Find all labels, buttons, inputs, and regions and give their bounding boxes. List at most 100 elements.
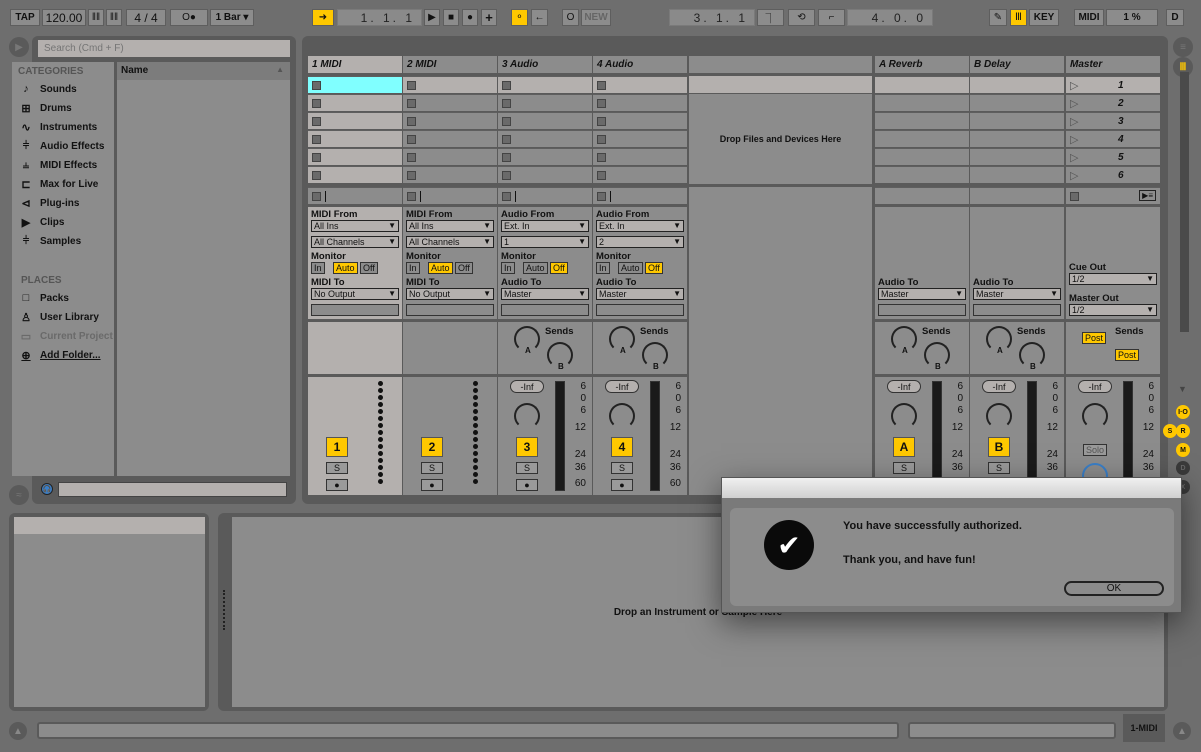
output-channel-field[interactable] (406, 304, 494, 316)
level-meter[interactable] (1027, 381, 1037, 491)
input-channel-dropdown[interactable]: 2 (596, 236, 684, 248)
output-dropdown[interactable]: Master (501, 288, 589, 300)
name-column-header[interactable]: Name ▲ (117, 62, 290, 80)
monitor-auto-button[interactable]: Auto (523, 262, 548, 274)
track-activator-button[interactable]: 2 (421, 437, 443, 457)
track-stop-slot[interactable] (403, 187, 497, 204)
clip-slot[interactable] (498, 166, 592, 183)
arm-button[interactable]: ● (326, 479, 348, 491)
scene-launch[interactable]: ▷ 4 (1066, 130, 1160, 147)
view-toggle-button[interactable]: R (1176, 424, 1190, 438)
output-channel-field[interactable] (596, 304, 684, 316)
solo-button[interactable]: S (516, 462, 538, 474)
input-channel-dropdown[interactable]: 1 (501, 236, 589, 248)
category-item[interactable]: ⊏ Max for Live (18, 178, 98, 191)
clip-slot[interactable] (308, 76, 402, 93)
arrangement-position[interactable]: 1. 1. 1 (337, 9, 422, 26)
preview-bar[interactable] (58, 482, 287, 497)
category-item[interactable]: ∿ Instruments (18, 121, 97, 134)
category-item[interactable]: ▶ Clips (18, 216, 65, 229)
track-header[interactable]: 4 Audio (593, 56, 687, 73)
clip-slot[interactable] (403, 148, 497, 165)
nudge-down-button[interactable]: ǁǁ (88, 9, 104, 26)
input-type-dropdown[interactable]: Ext. In (501, 220, 589, 232)
track-activator-button[interactable]: 1 (326, 437, 348, 457)
volume-field[interactable]: -Inf (510, 380, 544, 393)
metronome-button[interactable]: O● (170, 9, 208, 26)
clip-slot[interactable] (403, 76, 497, 93)
scene-launch-icon[interactable]: ▶≡ (1139, 190, 1156, 201)
nudge-up-button[interactable]: ǁǁ (106, 9, 122, 26)
level-meter[interactable] (555, 381, 565, 491)
scene-launch[interactable]: ▷ 6 (1066, 166, 1160, 183)
loop-length[interactable]: 4. 0. 0 (847, 9, 933, 26)
clip-slot[interactable] (498, 130, 592, 147)
return-track-header[interactable]: A Reverb (875, 56, 969, 73)
output-dropdown[interactable]: Master (596, 288, 684, 300)
loop-start[interactable]: 3. 1. 1 (669, 9, 755, 26)
clip-slot[interactable] (498, 94, 592, 111)
input-type-dropdown[interactable]: All Ins (311, 220, 399, 232)
clip-slot[interactable] (403, 166, 497, 183)
solo-button[interactable]: S (326, 462, 348, 474)
stop-all-clips-slot[interactable]: ▶≡ (1066, 187, 1160, 204)
monitor-in-button[interactable]: In (311, 262, 325, 274)
return-activator-button[interactable]: A (893, 437, 915, 457)
clip-slot[interactable] (308, 130, 402, 147)
output-dropdown[interactable]: Master (973, 288, 1061, 300)
master-out-dropdown[interactable]: 1/2 (1069, 304, 1157, 316)
level-meter[interactable] (932, 381, 942, 491)
track-header[interactable]: 1 MIDI (308, 56, 402, 73)
place-item[interactable]: ⊕ Add Folder... (18, 349, 100, 362)
device-chain-item[interactable] (14, 517, 205, 534)
master-pan-knob[interactable] (1082, 403, 1108, 429)
tempo-field[interactable]: 120.00 (42, 9, 86, 26)
track-stop-slot[interactable] (593, 187, 687, 204)
arrangement-view-icon[interactable]: ≡ (1173, 37, 1193, 57)
scroll-down-icon[interactable]: ▼ (1178, 384, 1187, 394)
clip-slot[interactable] (403, 112, 497, 129)
draw-mode-button[interactable]: ✎ (989, 9, 1007, 26)
track-activator-button[interactable]: 4 (611, 437, 633, 457)
volume-field[interactable]: -Inf (605, 380, 639, 393)
tap-button[interactable]: TAP (10, 9, 40, 26)
clip-slot[interactable] (308, 148, 402, 165)
output-channel-field[interactable] (973, 304, 1061, 316)
key-map-button[interactable]: KEY (1029, 9, 1059, 26)
cue-out-dropdown[interactable]: 1/2 (1069, 273, 1157, 285)
monitor-off-button[interactable]: Off (360, 262, 378, 274)
category-item[interactable]: ⫩ Audio Effects (18, 140, 105, 152)
punch-out-button[interactable]: ⌐ (818, 9, 845, 26)
input-type-dropdown[interactable]: Ext. In (596, 220, 684, 232)
time-signature-field[interactable]: 4 / 4 (126, 9, 166, 26)
output-dropdown[interactable]: Master (878, 288, 966, 300)
solo-button[interactable]: S (421, 462, 443, 474)
monitor-auto-button[interactable]: Auto (333, 262, 358, 274)
category-item[interactable]: ⫨ MIDI Effects (18, 159, 97, 171)
track-stop-slot[interactable] (308, 187, 402, 204)
view-toggle-button[interactable]: S (1163, 424, 1177, 438)
clip-slot[interactable] (498, 76, 592, 93)
midi-map-button[interactable]: MIDI (1074, 9, 1104, 26)
punch-in-button[interactable]: ⏋ (757, 9, 784, 26)
quantize-dropdown[interactable]: 1 Bar ▾ (210, 9, 254, 26)
clip-slot[interactable] (593, 166, 687, 183)
return-activator-button[interactable]: B (988, 437, 1010, 457)
track-stop-slot[interactable] (498, 187, 592, 204)
volume-field[interactable]: -Inf (887, 380, 921, 393)
record-button[interactable]: ● (462, 9, 478, 26)
arm-button[interactable]: ● (516, 479, 538, 491)
monitor-in-button[interactable]: In (406, 262, 420, 274)
monitor-off-button[interactable]: Off (645, 262, 663, 274)
category-item[interactable]: ⊞ Drums (18, 102, 71, 115)
clip-slot[interactable] (308, 112, 402, 129)
clip-slot[interactable] (593, 148, 687, 165)
level-meter[interactable] (650, 381, 660, 491)
vertical-scrollbar[interactable] (1180, 72, 1189, 332)
post-a-button[interactable]: Post (1082, 332, 1107, 344)
back-to-arrangement-button[interactable]: ← (531, 9, 548, 26)
solo-button[interactable]: S (988, 462, 1010, 474)
monitor-off-button[interactable]: Off (455, 262, 473, 274)
master-solo-button[interactable]: Solo (1083, 444, 1107, 456)
master-track-header[interactable]: Master (1066, 56, 1160, 73)
